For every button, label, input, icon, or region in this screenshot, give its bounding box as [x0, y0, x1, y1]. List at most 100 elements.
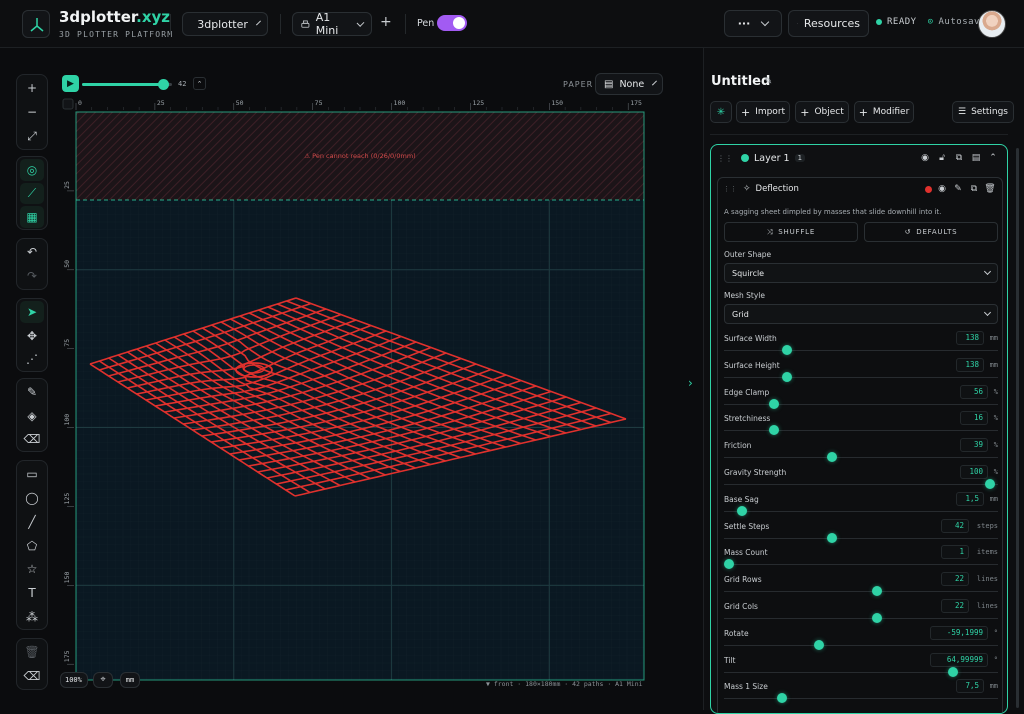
- param-value-input[interactable]: 138: [956, 358, 984, 372]
- param-slider-knob[interactable]: [985, 479, 995, 489]
- eraser-icon[interactable]: ⌫: [20, 428, 44, 450]
- param-value-input[interactable]: 100: [960, 465, 988, 479]
- zoom-level[interactable]: 100%: [60, 672, 88, 688]
- param-slider-knob[interactable]: [769, 425, 779, 435]
- param-slider-track[interactable]: [724, 538, 998, 539]
- ellipse-icon[interactable]: ◯: [20, 487, 44, 509]
- param-slider-track[interactable]: [724, 350, 998, 351]
- param-slider-knob[interactable]: [827, 452, 837, 462]
- duplicate-icon[interactable]: ⧉: [953, 152, 965, 164]
- trash-icon[interactable]: 🗑: [20, 641, 44, 663]
- resources-button[interactable]: Resources: [788, 10, 869, 37]
- shuffle-button[interactable]: ⤨SHUFFLE: [724, 222, 858, 242]
- copy-icon[interactable]: [63, 99, 73, 109]
- collapse-panel-icon[interactable]: ›: [688, 376, 693, 390]
- chevron-up-icon[interactable]: ⌃: [193, 77, 206, 90]
- drag-handle-icon[interactable]: ⋮⋮: [723, 185, 737, 193]
- sparkle-button[interactable]: ✳: [710, 101, 732, 123]
- param-slider-knob[interactable]: [782, 345, 792, 355]
- modifier-button[interactable]: +Modifier: [854, 101, 914, 123]
- param-value-input[interactable]: 1: [941, 545, 969, 559]
- undo-icon[interactable]: ↶: [20, 241, 44, 263]
- param-slider-knob[interactable]: [814, 640, 824, 650]
- drag-handle-icon[interactable]: ⋮⋮: [717, 154, 733, 163]
- play-button[interactable]: ▶: [62, 75, 79, 92]
- avatar[interactable]: [978, 10, 1006, 38]
- units-toggle[interactable]: mm: [120, 672, 140, 688]
- chevron-up-icon[interactable]: ⌃: [987, 152, 999, 164]
- param-value-input[interactable]: 64,99999: [930, 653, 988, 667]
- grid-icon[interactable]: ▦: [20, 206, 44, 228]
- param-value-input[interactable]: 1,5: [956, 492, 984, 506]
- edit-icon[interactable]: ✎: [952, 183, 964, 195]
- pencil-icon[interactable]: ✎: [20, 381, 44, 403]
- machine-select[interactable]: A1 Mini: [292, 12, 372, 36]
- param-slider-knob[interactable]: [827, 533, 837, 543]
- node-icon[interactable]: ⋰: [20, 348, 44, 370]
- object-button[interactable]: +Object: [795, 101, 849, 123]
- param-slider-knob[interactable]: [769, 399, 779, 409]
- param-slider-track[interactable]: [724, 698, 998, 699]
- param-value-input[interactable]: 138: [956, 331, 984, 345]
- zoom-out-icon[interactable]: −: [20, 101, 44, 123]
- layer-header[interactable]: ⋮⋮ Layer 1 1 ◉ 🔓︎ ⧉ ▤ ⌃: [711, 145, 1007, 171]
- param-value-input[interactable]: 56: [960, 385, 988, 399]
- document-title[interactable]: Untitled: [711, 74, 770, 89]
- param-slider-track[interactable]: [724, 591, 998, 592]
- param-value-input[interactable]: 42: [941, 519, 969, 533]
- param-slider-knob[interactable]: [948, 667, 958, 677]
- param-slider-knob[interactable]: [737, 506, 747, 516]
- logo[interactable]: [22, 10, 50, 38]
- param-value-input[interactable]: 16: [960, 411, 988, 425]
- param-slider-knob[interactable]: [872, 586, 882, 596]
- param-slider-knob[interactable]: [724, 559, 734, 569]
- paper-select[interactable]: ▤ None: [595, 73, 663, 95]
- param-slider-track[interactable]: [724, 377, 998, 378]
- param-slider-track[interactable]: [724, 430, 998, 431]
- eye-icon[interactable]: ◉: [919, 152, 931, 164]
- mesh-style-select[interactable]: Grid: [724, 304, 998, 324]
- project-select[interactable]: 3dplotter: [182, 12, 268, 36]
- plot-canvas[interactable]: ⚠ Pen cannot reach (0/26/0/0mm) 02550751…: [60, 96, 664, 692]
- param-slider-knob[interactable]: [872, 613, 882, 623]
- param-value-input[interactable]: 22: [941, 572, 969, 586]
- fit-icon[interactable]: ⤢: [20, 125, 44, 147]
- zoom-in-icon[interactable]: +: [20, 77, 44, 99]
- param-slider-track[interactable]: [724, 645, 998, 646]
- trash-icon[interactable]: 🗑︎: [984, 183, 996, 195]
- crosshair-icon[interactable]: ⌖: [93, 672, 113, 688]
- param-slider-track[interactable]: [724, 484, 998, 485]
- lock-icon[interactable]: 🔓︎: [936, 152, 948, 164]
- rectangle-icon[interactable]: ▭: [20, 463, 44, 485]
- fill-icon[interactable]: ◈: [20, 405, 44, 427]
- modifier-header[interactable]: ⋮⋮ ✧ Deflection ◉ ✎ ⧉ 🗑︎: [718, 178, 1002, 200]
- more-menu-button[interactable]: ···: [724, 10, 782, 37]
- param-slider-knob[interactable]: [777, 693, 787, 703]
- target-icon[interactable]: ◎: [20, 159, 44, 181]
- shapes-icon[interactable]: ⁂: [20, 606, 44, 628]
- text-icon[interactable]: T: [20, 582, 44, 604]
- polygon-icon[interactable]: ⬠: [20, 535, 44, 557]
- add-machine-button[interactable]: +: [380, 14, 392, 30]
- star-icon[interactable]: ☆: [20, 558, 44, 580]
- pen-toggle[interactable]: [437, 15, 467, 31]
- param-slider-track[interactable]: [724, 618, 998, 619]
- duplicate-icon[interactable]: ⧉: [968, 183, 980, 195]
- edit-title-icon[interactable]: ✎: [764, 76, 772, 87]
- clear-icon[interactable]: ⌫: [20, 665, 44, 687]
- redo-icon[interactable]: ↷: [20, 265, 44, 287]
- defaults-button[interactable]: ↺DEFAULTS: [864, 222, 998, 242]
- playback-knob[interactable]: [158, 79, 169, 90]
- param-slider-track[interactable]: [724, 404, 998, 405]
- import-button[interactable]: +Import: [736, 101, 790, 123]
- panel-scrollbar[interactable]: [1016, 148, 1019, 708]
- ruler-icon[interactable]: ⟋: [20, 183, 44, 205]
- move-icon[interactable]: ✥: [20, 325, 44, 347]
- playback-slider[interactable]: [82, 83, 172, 86]
- param-value-input[interactable]: 22: [941, 599, 969, 613]
- param-value-input[interactable]: 7,5: [956, 679, 984, 693]
- param-slider-track[interactable]: [724, 564, 998, 565]
- export-icon[interactable]: ▤: [970, 152, 982, 164]
- pointer-icon[interactable]: ➤: [20, 301, 44, 323]
- param-slider-track[interactable]: [724, 511, 998, 512]
